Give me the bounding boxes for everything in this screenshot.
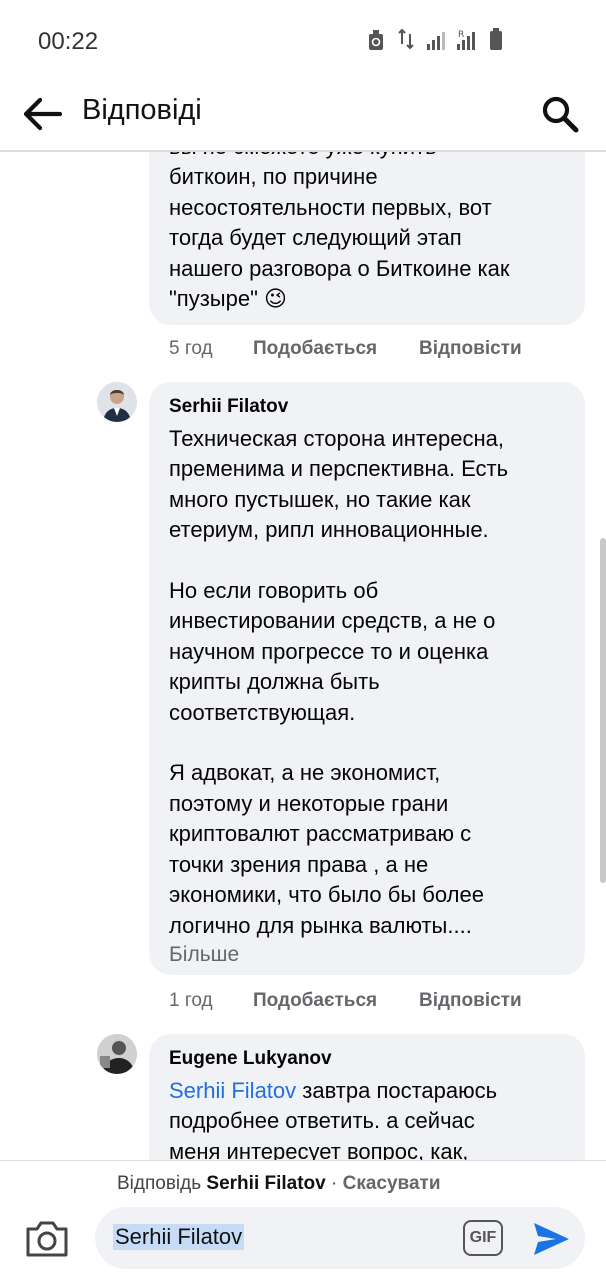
comment-bubble[interactable]: Serhii Filatov Техническая сторона интер…: [149, 382, 585, 975]
reply-bar: Відповідь Serhii Filatov · Скасувати Ser…: [0, 1160, 606, 1280]
data-arrows-icon: [396, 28, 416, 50]
gif-label: GIF: [469, 1229, 497, 1246]
svg-text:R: R: [458, 30, 464, 40]
comment-input[interactable]: Serhii Filatov GIF: [95, 1207, 585, 1269]
camera-button[interactable]: [24, 1219, 70, 1259]
status-icons: R: [366, 28, 506, 50]
reply-separator: ·: [331, 1173, 338, 1194]
reply-target: Serhii Filatov: [206, 1173, 326, 1194]
back-button[interactable]: [18, 90, 66, 138]
avatar[interactable]: [97, 382, 137, 422]
gif-button[interactable]: GIF: [463, 1220, 503, 1256]
send-icon: [534, 1223, 569, 1255]
comment-text-partial: вы не сможете уже купить: [169, 152, 565, 162]
cancel-reply-button[interactable]: Скасувати: [343, 1173, 441, 1194]
reply-button[interactable]: Відповісти: [419, 990, 522, 1012]
comment-bubble[interactable]: Eugene Lukyanov Serhii Filatov завтра по…: [149, 1034, 585, 1160]
comment-time: 5 год: [169, 338, 213, 359]
battery-icon: [486, 28, 506, 50]
like-button[interactable]: Подобається: [253, 338, 419, 360]
status-bar: 00:22 R: [0, 0, 606, 80]
comment-text-body: биткоин, по причине несостоятельности пе…: [169, 164, 510, 312]
comment-author[interactable]: Eugene Lukyanov: [169, 1048, 565, 1070]
reply-prefix: Відповідь: [117, 1173, 202, 1194]
arrow-left-icon: [23, 97, 62, 131]
comment-text: Serhii Filatov завтра постараюсь подробн…: [169, 1076, 565, 1160]
signal-r-icon: R: [456, 28, 476, 50]
recycle-icon: [366, 28, 386, 50]
search-icon: [542, 96, 579, 133]
signal-icon: [426, 28, 446, 50]
see-more-link[interactable]: Більше: [169, 943, 565, 967]
camera-icon: [26, 1221, 68, 1257]
status-time: 00:22: [38, 28, 99, 55]
comment-text: Техническая сторона интересна, пременима…: [169, 426, 509, 938]
comment-time: 1 год: [169, 990, 213, 1011]
comment-author[interactable]: Serhii Filatov: [169, 396, 565, 418]
like-button[interactable]: Подобається: [253, 990, 419, 1012]
reply-button[interactable]: Відповісти: [419, 338, 522, 360]
avatar[interactable]: [97, 1034, 137, 1074]
search-button[interactable]: [536, 90, 584, 138]
comment-text: биткоин, по причине несостоятельности пе…: [169, 162, 565, 315]
send-button[interactable]: [531, 1219, 571, 1259]
app-bar: Відповіді: [0, 80, 606, 152]
scrollbar[interactable]: [600, 538, 606, 883]
comment-actions: 5 год Подобається Відповісти: [169, 338, 522, 360]
mention-link[interactable]: Serhii Filatov: [169, 1078, 296, 1103]
comment-input-value[interactable]: Serhii Filatov: [113, 1224, 245, 1250]
reply-info: Відповідь Serhii Filatov · Скасувати: [117, 1173, 441, 1195]
page-title: Відповіді: [82, 94, 202, 126]
comment-actions: 1 год Подобається Відповісти: [169, 990, 522, 1012]
comment-bubble[interactable]: вы не сможете уже купить биткоин, по при…: [149, 152, 585, 325]
wink-emoji: 😉: [264, 287, 287, 313]
comments-list[interactable]: вы не сможете уже купить биткоин, по при…: [0, 152, 606, 1160]
